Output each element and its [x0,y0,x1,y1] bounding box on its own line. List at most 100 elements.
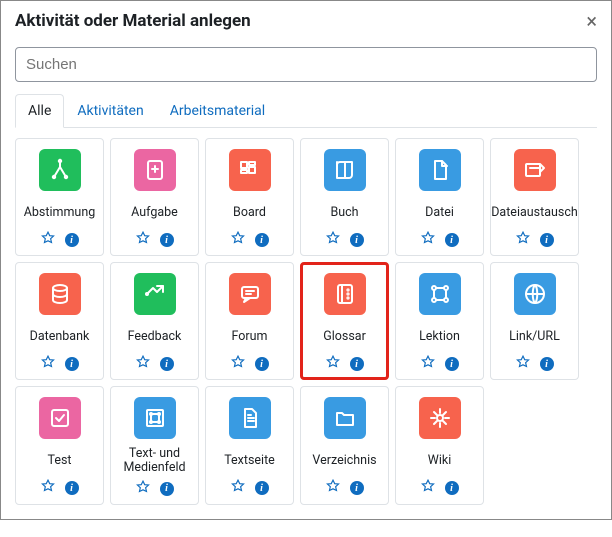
activity-label: Wiki [428,447,452,475]
star-icon[interactable] [516,355,530,373]
info-icon[interactable]: i [160,357,174,371]
book-icon [324,149,366,191]
board-icon [229,149,271,191]
activity-chooser-dialog: Aktivität oder Material anlegen × AlleAk… [0,0,612,520]
activity-actions: i [41,231,79,249]
star-icon[interactable] [421,231,435,249]
star-icon[interactable] [41,231,55,249]
activity-card[interactable]: Lektion i [395,262,484,380]
star-icon[interactable] [326,231,340,249]
activity-label: Datei [425,199,454,227]
dialog-body: AlleAktivitätenArbeitsmaterial Abstimmun… [1,39,611,519]
activity-actions: i [421,479,459,497]
star-icon[interactable] [231,231,245,249]
activity-actions: i [41,479,79,497]
activity-card[interactable]: Datei i [395,138,484,256]
activity-card[interactable]: Textseite i [205,386,294,505]
star-icon[interactable] [136,480,150,498]
info-icon[interactable]: i [65,233,79,247]
info-icon[interactable]: i [160,482,174,496]
close-icon[interactable]: × [586,11,597,31]
activity-actions: i [516,355,554,373]
info-icon[interactable]: i [65,481,79,495]
activity-actions: i [326,231,364,249]
activity-card[interactable]: Aufgabe i [110,138,199,256]
star-icon[interactable] [231,355,245,373]
tab-arbeitsmaterial[interactable]: Arbeitsmaterial [157,94,278,128]
info-icon[interactable]: i [445,481,459,495]
activity-card[interactable]: Datenbanki [15,262,104,380]
activity-actions: i [516,231,554,249]
star-icon[interactable] [421,479,435,497]
choice-icon [39,149,81,191]
info-icon[interactable]: i [160,233,174,247]
activity-label: Test [47,447,71,475]
activity-label: Link/URL [509,323,560,351]
glossary-icon [324,273,366,315]
activity-label: Board [233,199,266,227]
activity-actions: i [421,231,459,249]
info-icon[interactable]: i [65,357,79,371]
url-icon [514,273,556,315]
info-icon[interactable]: i [255,357,269,371]
activity-card[interactable]: Text- und Medienfeld i [110,386,199,505]
lesson-icon [419,273,461,315]
info-icon[interactable]: i [350,233,364,247]
quiz-icon [39,397,81,439]
activity-label: Textseite [224,447,275,475]
database-icon [39,273,81,315]
activity-card[interactable]: Dateiaustausch i [490,138,579,256]
activity-card[interactable]: Buch i [300,138,389,256]
tab-aktivitäten[interactable]: Aktivitäten [64,94,156,128]
activity-card[interactable]: Test i [15,386,104,505]
wiki-icon [419,397,461,439]
info-icon[interactable]: i [350,481,364,495]
activity-label: Buch [330,199,358,227]
info-icon[interactable]: i [445,357,459,371]
info-icon[interactable]: i [540,233,554,247]
activity-label: Lektion [419,323,460,351]
activity-card[interactable]: Abstimmung i [15,138,104,256]
activity-card[interactable]: Link/URL i [490,262,579,380]
star-icon[interactable] [136,355,150,373]
dialog-title: Aktivität oder Material anlegen [15,11,251,31]
activity-actions: i [41,355,79,373]
star-icon[interactable] [326,479,340,497]
activity-card[interactable]: Wiki i [395,386,484,505]
activity-actions: i [421,355,459,373]
star-icon[interactable] [421,355,435,373]
folder-icon [324,397,366,439]
activity-card[interactable]: Glossari [300,262,389,380]
star-icon[interactable] [231,479,245,497]
activity-actions: i [136,355,174,373]
activity-actions: i [231,479,269,497]
activity-label: Dateiaustausch [491,199,578,227]
star-icon[interactable] [136,231,150,249]
forum-icon [229,273,271,315]
info-icon[interactable]: i [350,357,364,371]
star-icon[interactable] [41,355,55,373]
activity-actions: i [136,231,174,249]
info-icon[interactable]: i [445,233,459,247]
activity-card[interactable]: Forum i [205,262,294,380]
activity-label: Text- und Medienfeld [115,447,194,476]
page-icon [229,397,271,439]
activity-card[interactable]: Verzeichnisi [300,386,389,505]
tab-alle[interactable]: Alle [15,94,64,128]
info-icon[interactable]: i [255,481,269,495]
star-icon[interactable] [516,231,530,249]
activity-label: Aufgabe [131,199,178,227]
info-icon[interactable]: i [540,357,554,371]
star-icon[interactable] [41,479,55,497]
search-input[interactable] [15,47,597,82]
activity-card[interactable]: Feedbacki [110,262,199,380]
activity-card[interactable]: Board i [205,138,294,256]
assign-icon [134,149,176,191]
fileexch-icon [514,149,556,191]
info-icon[interactable]: i [255,233,269,247]
star-icon[interactable] [326,355,340,373]
activity-actions: i [136,480,174,498]
activity-label: Forum [232,323,268,351]
file-icon [419,149,461,191]
activity-label: Abstimmung [24,199,96,227]
